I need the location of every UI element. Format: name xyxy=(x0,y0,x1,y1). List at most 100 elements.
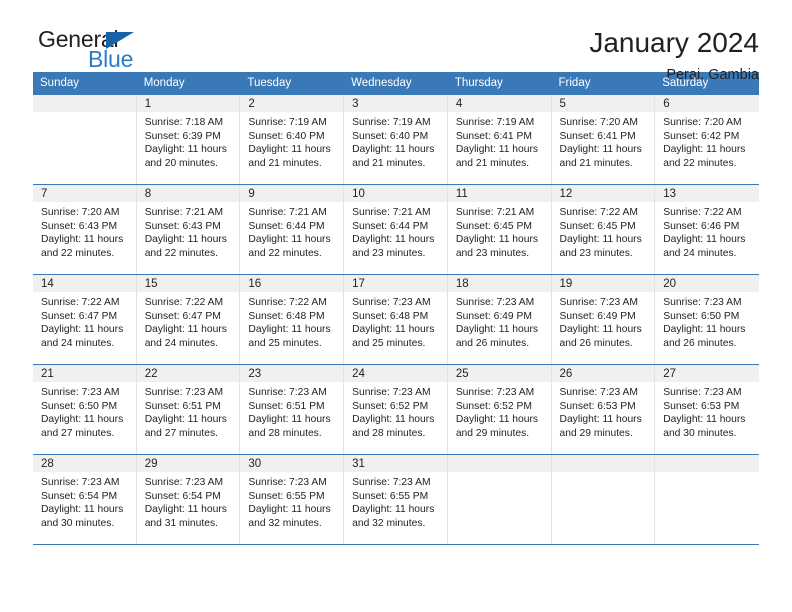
daylight-duration-line1: Daylight: 11 hours xyxy=(144,504,227,516)
day-number: 25 xyxy=(447,365,551,382)
calendar-day-cell[interactable]: 31 Sunrise: 7:23 AM Sunset: 6:55 PM Dayligh… xyxy=(344,454,448,545)
daylight-duration-line2: and 28 minutes. xyxy=(248,427,322,439)
day-cell-inner: 1 Sunrise: 7:18 AM Sunset: 6:39 PM Daylight… xyxy=(136,95,241,184)
sunset-time: Sunset: 6:39 PM xyxy=(144,130,221,142)
daylight-duration-line1: Daylight: 11 hours xyxy=(352,504,435,516)
daylight-duration-line1: Daylight: 11 hours xyxy=(559,234,642,246)
daylight-duration-line2: and 31 minutes. xyxy=(144,517,218,529)
calendar-day-cell[interactable]: 25 Sunrise: 7:23 AM Sunset: 6:52 PM Dayligh… xyxy=(447,364,552,455)
calendar-week-row: 21 Sunrise: 7:23 AM Sunset: 6:50 PM Dayligh… xyxy=(33,364,759,455)
calendar-day-cell[interactable]: 26 Sunrise: 7:23 AM Sunset: 6:53 PM Dayligh… xyxy=(551,364,656,455)
calendar-day-cell[interactable]: 9 Sunrise: 7:21 AM Sunset: 6:44 PM Daylight… xyxy=(240,184,345,275)
calendar-week-row: 14 Sunrise: 7:22 AM Sunset: 6:47 PM Dayligh… xyxy=(33,274,759,365)
calendar-day-cell[interactable]: 6 Sunrise: 7:20 AM Sunset: 6:42 PM Daylight… xyxy=(655,94,759,185)
calendar-day-cell[interactable]: 20 Sunrise: 7:23 AM Sunset: 6:50 PM Dayligh… xyxy=(655,274,759,365)
daylight-duration-line2: and 24 minutes. xyxy=(41,337,115,349)
calendar-day-cell[interactable]: 2 Sunrise: 7:19 AM Sunset: 6:40 PM Daylight… xyxy=(240,94,345,185)
day-cell-inner: 16 Sunrise: 7:22 AM Sunset: 6:48 PM Dayligh… xyxy=(240,275,345,364)
day-details: Sunrise: 7:23 AM Sunset: 6:53 PM Daylight:… xyxy=(655,382,759,440)
daylight-duration-line1: Daylight: 11 hours xyxy=(352,324,435,336)
day-details: Sunrise: 7:21 AM Sunset: 6:45 PM Daylight:… xyxy=(448,202,551,260)
sunrise-time: Sunrise: 7:21 AM xyxy=(144,207,224,218)
sunrise-time: Sunrise: 7:21 AM xyxy=(455,207,535,218)
daylight-duration-line1: Daylight: 11 hours xyxy=(455,144,539,156)
day-number: 17 xyxy=(344,275,447,292)
calendar-day-cell[interactable]: 10 Sunrise: 7:21 AM Sunset: 6:44 PM Dayligh… xyxy=(344,184,448,275)
calendar-day-cell[interactable]: 7 Sunrise: 7:20 AM Sunset: 6:43 PM Daylight… xyxy=(33,184,137,275)
sunrise-time: Sunrise: 7:23 AM xyxy=(144,387,224,398)
sunrise-time: Sunrise: 7:20 AM xyxy=(559,117,638,128)
day-cell-inner xyxy=(447,455,552,544)
daylight-duration-line2: and 23 minutes. xyxy=(352,247,426,259)
day-number: 10 xyxy=(344,185,447,202)
calendar-day-cell[interactable]: 15 Sunrise: 7:22 AM Sunset: 6:47 PM Dayligh… xyxy=(136,274,241,365)
sunset-time: Sunset: 6:52 PM xyxy=(352,400,429,412)
day-number: 6 xyxy=(655,95,759,112)
calendar-day-cell[interactable]: 3 Sunrise: 7:19 AM Sunset: 6:40 PM Daylight… xyxy=(344,94,448,185)
calendar-day-cell[interactable] xyxy=(551,454,656,545)
sunrise-time: Sunrise: 7:23 AM xyxy=(248,477,327,488)
day-cell-inner: 25 Sunrise: 7:23 AM Sunset: 6:52 PM Dayligh… xyxy=(447,365,552,454)
daylight-duration-line2: and 32 minutes. xyxy=(352,517,426,529)
calendar-day-cell[interactable]: 22 Sunrise: 7:23 AM Sunset: 6:51 PM Dayligh… xyxy=(136,364,241,455)
sunset-time: Sunset: 6:55 PM xyxy=(352,490,429,502)
sunrise-time: Sunrise: 7:22 AM xyxy=(559,207,638,218)
day-details: Sunrise: 7:18 AM Sunset: 6:39 PM Daylight:… xyxy=(137,112,240,170)
calendar-day-cell[interactable] xyxy=(655,454,759,545)
daylight-duration-line2: and 26 minutes. xyxy=(663,337,737,349)
sunrise-time: Sunrise: 7:23 AM xyxy=(559,387,638,398)
day-number: 21 xyxy=(33,365,136,382)
sunrise-time: Sunrise: 7:23 AM xyxy=(352,297,431,308)
calendar-day-cell[interactable] xyxy=(447,454,552,545)
calendar-day-cell[interactable]: 19 Sunrise: 7:23 AM Sunset: 6:49 PM Dayligh… xyxy=(551,274,656,365)
calendar-day-cell[interactable]: 1 Sunrise: 7:18 AM Sunset: 6:39 PM Daylight… xyxy=(136,94,241,185)
calendar-day-cell[interactable]: 17 Sunrise: 7:23 AM Sunset: 6:48 PM Dayligh… xyxy=(344,274,448,365)
day-number: 20 xyxy=(655,275,759,292)
calendar-day-cell[interactable]: 13 Sunrise: 7:22 AM Sunset: 6:46 PM Dayligh… xyxy=(655,184,759,275)
calendar-day-cell[interactable]: 30 Sunrise: 7:23 AM Sunset: 6:55 PM Dayligh… xyxy=(240,454,345,545)
day-cell-inner: 15 Sunrise: 7:22 AM Sunset: 6:47 PM Dayligh… xyxy=(136,275,241,364)
day-details: Sunrise: 7:23 AM Sunset: 6:51 PM Daylight:… xyxy=(137,382,240,440)
sunrise-time: Sunrise: 7:23 AM xyxy=(352,477,431,488)
daylight-duration-line2: and 20 minutes. xyxy=(144,157,218,169)
day-details: Sunrise: 7:22 AM Sunset: 6:46 PM Daylight:… xyxy=(655,202,759,260)
calendar-day-cell[interactable]: 16 Sunrise: 7:22 AM Sunset: 6:48 PM Dayligh… xyxy=(240,274,345,365)
sunset-time: Sunset: 6:54 PM xyxy=(144,490,221,502)
sunrise-time: Sunrise: 7:23 AM xyxy=(455,387,535,398)
calendar-day-cell[interactable]: 28 Sunrise: 7:23 AM Sunset: 6:54 PM Dayligh… xyxy=(33,454,137,545)
logo-text-blue: Blue xyxy=(88,46,134,72)
calendar-day-cell[interactable] xyxy=(33,94,137,185)
calendar-day-cell[interactable]: 5 Sunrise: 7:20 AM Sunset: 6:41 PM Daylight… xyxy=(551,94,656,185)
daylight-duration-line2: and 27 minutes. xyxy=(144,427,218,439)
sunrise-time: Sunrise: 7:21 AM xyxy=(352,207,431,218)
daylight-duration-line2: and 32 minutes. xyxy=(248,517,322,529)
calendar-day-cell[interactable]: 8 Sunrise: 7:21 AM Sunset: 6:43 PM Daylight… xyxy=(136,184,241,275)
sunset-time: Sunset: 6:44 PM xyxy=(248,220,325,232)
calendar-week-row: 7 Sunrise: 7:20 AM Sunset: 6:43 PM Daylight… xyxy=(33,184,759,275)
day-cell-inner: 29 Sunrise: 7:23 AM Sunset: 6:54 PM Dayligh… xyxy=(136,455,241,544)
day-details: Sunrise: 7:22 AM Sunset: 6:47 PM Daylight:… xyxy=(137,292,240,350)
daylight-duration-line2: and 21 minutes. xyxy=(248,157,322,169)
sunrise-time: Sunrise: 7:20 AM xyxy=(663,117,742,128)
daylight-duration-line2: and 24 minutes. xyxy=(663,247,737,259)
calendar-day-cell[interactable]: 12 Sunrise: 7:22 AM Sunset: 6:45 PM Dayligh… xyxy=(551,184,656,275)
sunset-time: Sunset: 6:52 PM xyxy=(455,400,532,412)
daylight-duration-line2: and 22 minutes. xyxy=(663,157,737,169)
calendar-day-cell[interactable]: 23 Sunrise: 7:23 AM Sunset: 6:51 PM Dayligh… xyxy=(240,364,345,455)
calendar-day-cell[interactable]: 4 Sunrise: 7:19 AM Sunset: 6:41 PM Daylight… xyxy=(447,94,552,185)
calendar-day-cell[interactable]: 14 Sunrise: 7:22 AM Sunset: 6:47 PM Dayligh… xyxy=(33,274,137,365)
daylight-duration-line1: Daylight: 11 hours xyxy=(144,324,227,336)
calendar-day-cell[interactable]: 18 Sunrise: 7:23 AM Sunset: 6:49 PM Dayligh… xyxy=(447,274,552,365)
day-number xyxy=(447,455,551,472)
general-blue-logo[interactable]: General Blue xyxy=(33,26,168,76)
sunrise-time: Sunrise: 7:23 AM xyxy=(41,387,120,398)
calendar-day-cell[interactable]: 11 Sunrise: 7:21 AM Sunset: 6:45 PM Dayligh… xyxy=(447,184,552,275)
calendar-day-cell[interactable]: 29 Sunrise: 7:23 AM Sunset: 6:54 PM Dayligh… xyxy=(136,454,241,545)
daylight-duration-line2: and 22 minutes. xyxy=(248,247,322,259)
sunset-time: Sunset: 6:42 PM xyxy=(663,130,740,142)
calendar-day-cell[interactable]: 21 Sunrise: 7:23 AM Sunset: 6:50 PM Dayligh… xyxy=(33,364,137,455)
calendar-day-cell[interactable]: 24 Sunrise: 7:23 AM Sunset: 6:52 PM Dayligh… xyxy=(344,364,448,455)
calendar-day-cell[interactable]: 27 Sunrise: 7:23 AM Sunset: 6:53 PM Dayligh… xyxy=(655,364,759,455)
day-number: 19 xyxy=(551,275,655,292)
day-cell-inner xyxy=(655,455,759,544)
